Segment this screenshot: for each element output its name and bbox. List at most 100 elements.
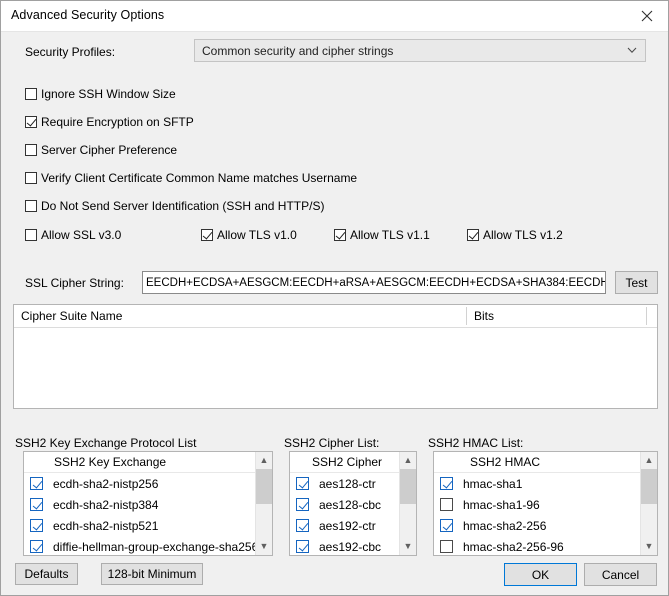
list-item-checkbox[interactable] xyxy=(30,477,43,490)
list-item-label: ecdh-sha2-nistp256 xyxy=(53,476,159,491)
list-item-checkbox[interactable] xyxy=(440,519,453,532)
checkbox-box xyxy=(25,116,37,128)
checkbox-allow-tls-v10[interactable]: Allow TLS v1.0 xyxy=(201,228,297,242)
list-item[interactable]: ecdh-sha2-nistp521 xyxy=(24,515,272,536)
checkbox-box xyxy=(25,200,37,212)
ssh2-cipher-scrollbar[interactable]: ▲ ▼ xyxy=(399,452,416,555)
checkbox-label: Do Not Send Server Identification (SSH a… xyxy=(41,199,325,213)
list-item-label: diffie-hellman-group-exchange-sha256 xyxy=(53,539,259,554)
ssh2-kex-listbox[interactable]: SSH2 Key Exchange ecdh-sha2-nistp256 ecd… xyxy=(23,451,273,556)
list-item[interactable]: hmac-sha2-256 xyxy=(434,515,657,536)
list-item-checkbox[interactable] xyxy=(440,498,453,511)
ssh2-kex-scrollbar[interactable]: ▲ ▼ xyxy=(255,452,272,555)
list-item-label: ecdh-sha2-nistp384 xyxy=(53,497,159,512)
scroll-up-icon[interactable]: ▲ xyxy=(641,452,657,469)
list-item-checkbox[interactable] xyxy=(296,519,309,532)
ssh2-hmac-listbox[interactable]: SSH2 HMAC hmac-sha1 hmac-sha1-96 hmac-sh… xyxy=(433,451,658,556)
grid-column-bits[interactable]: Bits xyxy=(467,305,647,327)
ssl-cipher-string-input[interactable]: EECDH+ECDSA+AESGCM:EECDH+aRSA+AESGCM:EEC… xyxy=(142,271,606,294)
list-item[interactable]: hmac-sha2-256-96 xyxy=(434,536,657,555)
list-item[interactable]: aes192-ctr xyxy=(290,515,416,536)
scrollbar-thumb[interactable] xyxy=(256,469,272,504)
list-item-checkbox[interactable] xyxy=(296,477,309,490)
ssh2-kex-label: SSH2 Key Exchange Protocol List xyxy=(15,436,197,450)
list-item[interactable]: hmac-sha1 xyxy=(434,473,657,494)
test-button[interactable]: Test xyxy=(615,271,658,294)
checkbox-label: Allow TLS v1.2 xyxy=(483,228,563,242)
window-title: Advanced Security Options xyxy=(11,8,165,22)
checkbox-box xyxy=(201,229,213,241)
checkbox-label: Allow SSL v3.0 xyxy=(41,228,122,242)
scroll-down-icon[interactable]: ▼ xyxy=(641,538,657,555)
ssh2-cipher-list-header: SSH2 Cipher xyxy=(290,452,416,473)
checkbox-verify-client-certificate[interactable]: Verify Client Certificate Common Name ma… xyxy=(25,171,357,185)
checkbox-allow-ssl-v3[interactable]: Allow SSL v3.0 xyxy=(25,228,121,242)
defaults-button[interactable]: Defaults xyxy=(15,563,78,585)
checkbox-label: Ignore SSH Window Size xyxy=(41,87,176,101)
checkbox-do-not-send-server-identification[interactable]: Do Not Send Server Identification (SSH a… xyxy=(25,199,324,213)
ok-button[interactable]: OK xyxy=(504,563,577,586)
security-profiles-dropdown[interactable]: Common security and cipher strings xyxy=(194,39,646,62)
grid-body xyxy=(14,328,657,408)
list-item-checkbox[interactable] xyxy=(440,477,453,490)
list-item-label: hmac-sha1-96 xyxy=(463,497,540,512)
list-item[interactable]: aes192-cbc xyxy=(290,536,416,555)
scroll-down-icon[interactable]: ▼ xyxy=(256,538,272,555)
list-item-label: hmac-sha2-256-96 xyxy=(463,539,564,554)
list-item-label: aes128-cbc xyxy=(319,497,382,512)
checkbox-label: Allow TLS v1.0 xyxy=(217,228,297,242)
column-divider[interactable] xyxy=(646,307,647,325)
ssh2-hmac-scrollbar[interactable]: ▲ ▼ xyxy=(640,452,657,555)
list-item-label: aes128-ctr xyxy=(319,476,376,491)
list-item-label: ecdh-sha2-nistp521 xyxy=(53,518,159,533)
ssl-cipher-string-label: SSL Cipher String: xyxy=(25,276,124,290)
cancel-button[interactable]: Cancel xyxy=(584,563,657,586)
checkbox-box xyxy=(25,172,37,184)
scrollbar-thumb[interactable] xyxy=(641,469,657,504)
checkbox-box xyxy=(25,229,37,241)
list-item-checkbox[interactable] xyxy=(440,540,453,553)
ssh2-cipher-listbox[interactable]: SSH2 Cipher aes128-ctr aes128-cbc aes192… xyxy=(289,451,417,556)
scrollbar-thumb[interactable] xyxy=(400,469,416,504)
list-item-checkbox[interactable] xyxy=(30,519,43,532)
checkbox-label: Require Encryption on SFTP xyxy=(41,115,194,129)
cipher-suite-grid[interactable]: Cipher Suite Name Bits xyxy=(13,304,658,409)
ssl-cipher-string-value: EECDH+ECDSA+AESGCM:EECDH+aRSA+AESGCM:EEC… xyxy=(146,276,605,289)
chevron-down-icon xyxy=(619,47,645,54)
checkbox-allow-tls-v11[interactable]: Allow TLS v1.1 xyxy=(334,228,430,242)
list-item[interactable]: aes128-ctr xyxy=(290,473,416,494)
checkbox-allow-tls-v12[interactable]: Allow TLS v1.2 xyxy=(467,228,563,242)
scroll-down-icon[interactable]: ▼ xyxy=(400,538,416,555)
list-item[interactable]: ecdh-sha2-nistp256 xyxy=(24,473,272,494)
checkbox-require-encryption-on-sftp[interactable]: Require Encryption on SFTP xyxy=(25,115,194,129)
scroll-up-icon[interactable]: ▲ xyxy=(256,452,272,469)
list-item-checkbox[interactable] xyxy=(296,540,309,553)
grid-column-cipher-suite-name[interactable]: Cipher Suite Name xyxy=(14,305,466,327)
scroll-up-icon[interactable]: ▲ xyxy=(400,452,416,469)
title-bar: Advanced Security Options xyxy=(1,1,668,32)
close-icon[interactable] xyxy=(624,1,668,30)
checkbox-box xyxy=(25,88,37,100)
checkbox-ignore-ssh-window-size[interactable]: Ignore SSH Window Size xyxy=(25,87,176,101)
checkbox-label: Server Cipher Preference xyxy=(41,143,178,157)
list-item-checkbox[interactable] xyxy=(30,540,43,553)
ssh2-cipher-label: SSH2 Cipher List: xyxy=(284,436,380,450)
list-item-checkbox[interactable] xyxy=(296,498,309,511)
list-item-label: aes192-ctr xyxy=(319,518,376,533)
list-item[interactable]: aes128-cbc xyxy=(290,494,416,515)
ssh2-hmac-label: SSH2 HMAC List: xyxy=(428,436,524,450)
list-item[interactable]: ecdh-sha2-nistp384 xyxy=(24,494,272,515)
list-item-checkbox[interactable] xyxy=(30,498,43,511)
checkbox-label: Verify Client Certificate Common Name ma… xyxy=(41,171,358,185)
list-item-label: hmac-sha1 xyxy=(463,476,523,491)
checkbox-box xyxy=(334,229,346,241)
ssh2-kex-list-header: SSH2 Key Exchange xyxy=(24,452,272,473)
checkbox-box xyxy=(25,144,37,156)
list-item[interactable]: diffie-hellman-group-exchange-sha256 xyxy=(24,536,272,555)
128-bit-minimum-button[interactable]: 128-bit Minimum xyxy=(101,563,203,585)
security-profiles-label: Security Profiles: xyxy=(25,45,116,59)
list-item[interactable]: hmac-sha1-96 xyxy=(434,494,657,515)
grid-header-row: Cipher Suite Name Bits xyxy=(14,305,657,328)
checkbox-server-cipher-preference[interactable]: Server Cipher Preference xyxy=(25,143,177,157)
checkbox-label: Allow TLS v1.1 xyxy=(350,228,430,242)
